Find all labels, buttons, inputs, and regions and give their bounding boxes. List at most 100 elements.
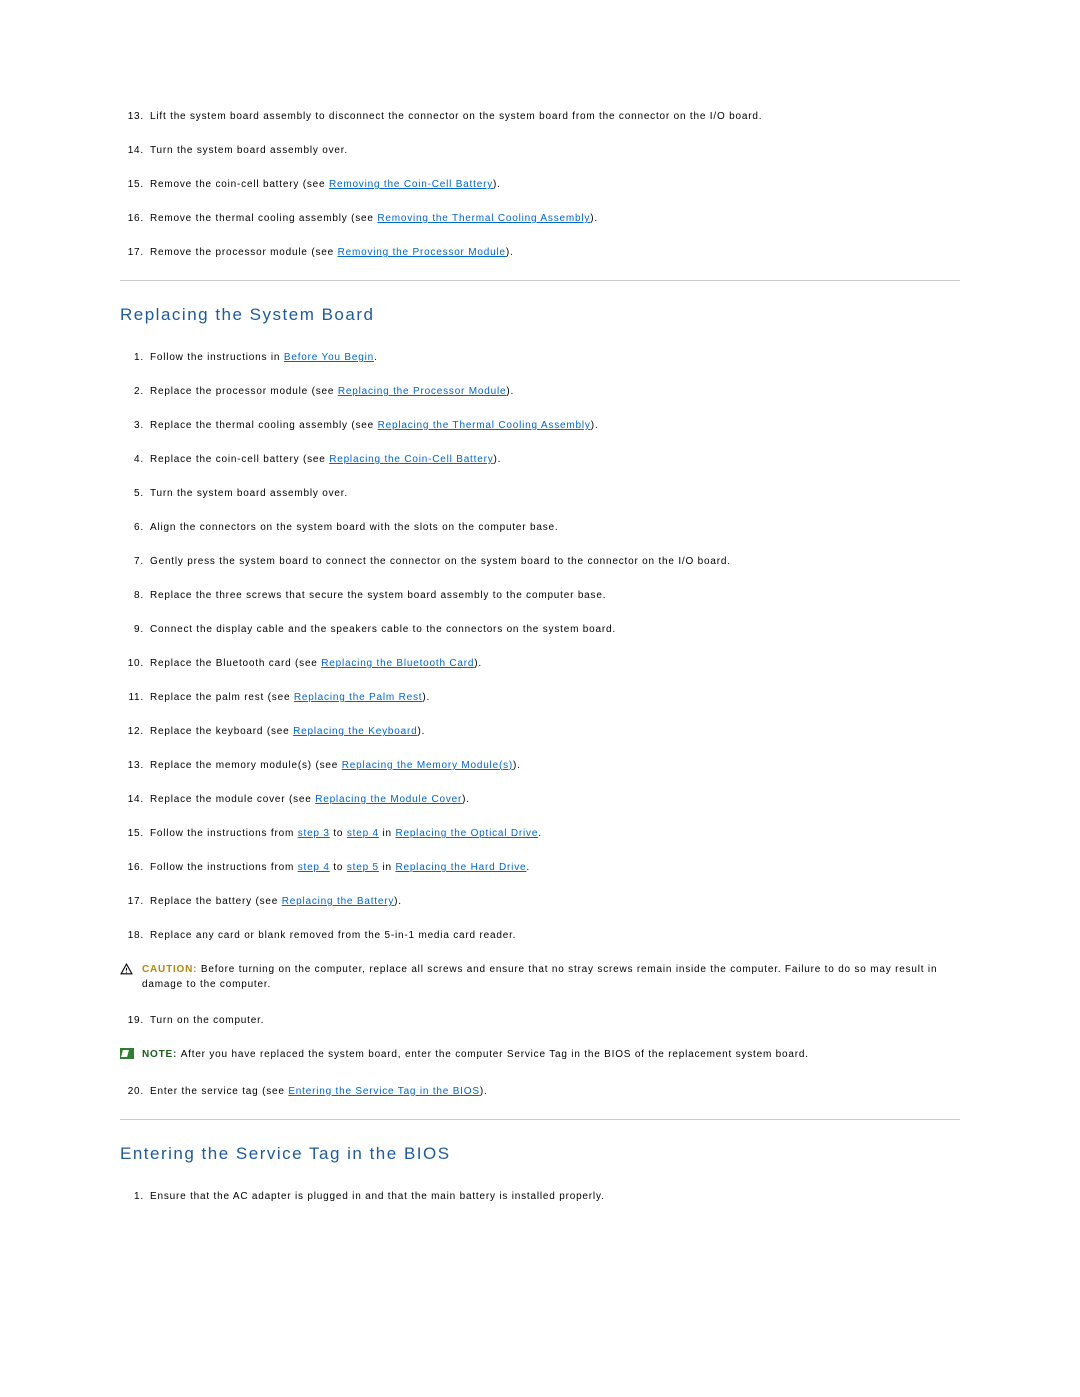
cross-reference-link[interactable]: Removing the Processor Module [338, 247, 506, 258]
step-text: Replace the keyboard (see [150, 726, 293, 737]
cross-reference-link[interactable]: Removing the Coin-Cell Battery [329, 179, 493, 190]
step-number: 15. [120, 178, 144, 192]
step-number: 11. [120, 691, 144, 705]
step-20-list: 20.Enter the service tag (see Entering t… [120, 1085, 960, 1099]
step-text: Replace the memory module(s) (see [150, 760, 342, 771]
list-item: 14. Turn the system board assembly over. [120, 144, 960, 158]
cross-reference-link[interactable]: Replacing the Module Cover [315, 794, 462, 805]
step-text: Turn the system board assembly over. [150, 488, 348, 499]
list-item: 17. Remove the processor module (see Remo… [120, 246, 960, 260]
list-item: 13.Lift the system board assembly to dis… [120, 110, 960, 124]
step-number: 5. [120, 487, 144, 501]
list-item: 6. Align the connectors on the system boa… [120, 521, 960, 535]
step-number: 12. [120, 725, 144, 739]
step-number: 6. [120, 521, 144, 535]
step-number: 16. [120, 212, 144, 226]
list-item: 16. Follow the instructions from step 4 t… [120, 861, 960, 875]
list-item: 17. Replace the battery (see Replacing th… [120, 895, 960, 909]
replacing-steps-list: 1.Follow the instructions in Before You … [120, 351, 960, 943]
note-icon [120, 1048, 134, 1059]
list-item: 11.Replace the palm rest (see Replacing … [120, 691, 960, 705]
section-heading-bios: Entering the Service Tag in the BIOS [120, 1144, 960, 1164]
cross-reference-link[interactable]: Replacing the Memory Module(s) [342, 760, 513, 771]
note-text: NOTE: After you have replaced the system… [142, 1049, 809, 1060]
list-item: 5. Turn the system board assembly over. [120, 487, 960, 501]
list-item: 1. Ensure that the AC adapter is plugged … [120, 1190, 960, 1204]
step-text: Remove the thermal cooling assembly (see [150, 213, 377, 224]
step-number: 17. [120, 246, 144, 260]
step-text: ). [506, 247, 514, 258]
cross-reference-link[interactable]: Removing the Thermal Cooling Assembly [377, 213, 590, 224]
step-text: Align the connectors on the system board… [150, 522, 558, 533]
step-number: 16. [120, 861, 144, 875]
cross-reference-link[interactable]: Replacing the Processor Module [338, 386, 507, 397]
cross-reference-link[interactable]: step 4 [347, 828, 379, 839]
step-text: ). [513, 760, 521, 771]
step-number: 1. [120, 1190, 144, 1204]
step-number: 7. [120, 555, 144, 569]
separator [120, 280, 960, 281]
note-label: NOTE: [142, 1049, 181, 1060]
step-number: 8. [120, 589, 144, 603]
caution-text: CAUTION: Before turning on the computer,… [142, 964, 937, 990]
cross-reference-link[interactable]: Replacing the Palm Rest [294, 692, 422, 703]
step-text: . [538, 828, 542, 839]
step-number: 13. [120, 110, 144, 124]
cross-reference-link[interactable]: Replacing the Battery [282, 896, 394, 907]
step-number: 10. [120, 657, 144, 671]
step-text: ). [494, 454, 502, 465]
step-number: 9. [120, 623, 144, 637]
list-item: 13. Replace the memory module(s) (see Rep… [120, 759, 960, 773]
step-text: Ensure that the AC adapter is plugged in… [150, 1191, 605, 1202]
list-item: 20.Enter the service tag (see Entering t… [120, 1085, 960, 1099]
list-item: 12. Replace the keyboard (see Replacing t… [120, 725, 960, 739]
step-text: to [330, 828, 347, 839]
cross-reference-link[interactable]: step 4 [298, 862, 330, 873]
cross-reference-link[interactable]: step 5 [347, 862, 379, 873]
step-number: 14. [120, 144, 144, 158]
step-19-list: 19.Turn on the computer. [120, 1014, 960, 1028]
step-text: . [526, 862, 530, 873]
step-text: Replace the Bluetooth card (see [150, 658, 321, 669]
step-text: Replace the battery (see [150, 896, 282, 907]
list-item: 7. Gently press the system board to conne… [120, 555, 960, 569]
step-text: Follow the instructions from [150, 862, 298, 873]
cross-reference-link[interactable]: step 3 [298, 828, 330, 839]
step-text: Gently press the system board to connect… [150, 556, 731, 567]
caution-icon [120, 963, 133, 982]
list-item: 15.Follow the instructions from step 3 t… [120, 827, 960, 841]
link-entering-service-tag[interactable]: Entering the Service Tag in the BIOS [288, 1086, 480, 1097]
document-content: 13.Lift the system board assembly to dis… [120, 110, 960, 1204]
list-item: 4.Replace the coin-cell battery (see Rep… [120, 453, 960, 467]
step-number: 1. [120, 351, 144, 365]
cross-reference-link[interactable]: Replacing the Hard Drive [395, 862, 526, 873]
cross-reference-link[interactable]: Replacing the Bluetooth Card [321, 658, 474, 669]
step-number: 2. [120, 385, 144, 399]
step-number: 18. [120, 929, 144, 943]
cross-reference-link[interactable]: Replacing the Coin-Cell Battery [329, 454, 493, 465]
section-heading-replacing: Replacing the System Board [120, 305, 960, 325]
cross-reference-link[interactable]: Replacing the Optical Drive [395, 828, 538, 839]
step-text: Remove the coin-cell battery (see [150, 179, 329, 190]
step-text: ). [493, 179, 501, 190]
step-number: 17. [120, 895, 144, 909]
step-text: ). [417, 726, 425, 737]
step-text: Remove the processor module (see [150, 247, 338, 258]
step-text: Replace the three screws that secure the… [150, 590, 606, 601]
list-item: 2.Replace the processor module (see Repl… [120, 385, 960, 399]
list-item: 19.Turn on the computer. [120, 1014, 960, 1028]
step-text: Replace the coin-cell battery (see [150, 454, 329, 465]
list-item: 15. Remove the coin-cell battery (see Rem… [120, 178, 960, 192]
cross-reference-link[interactable]: Replacing the Keyboard [293, 726, 417, 737]
step-number: 14. [120, 793, 144, 807]
list-item: 16. Remove the thermal cooling assembly (… [120, 212, 960, 226]
step-text: in [379, 828, 396, 839]
step-text: ). [462, 794, 470, 805]
step-text: Turn the system board assembly over. [150, 145, 348, 156]
cross-reference-link[interactable]: Replacing the Thermal Cooling Assembly [378, 420, 591, 431]
step-number: 13. [120, 759, 144, 773]
list-item: 1.Follow the instructions in Before You … [120, 351, 960, 365]
list-item: 3.Replace the thermal cooling assembly (… [120, 419, 960, 433]
step-text: to [330, 862, 347, 873]
cross-reference-link[interactable]: Before You Begin [284, 352, 374, 363]
